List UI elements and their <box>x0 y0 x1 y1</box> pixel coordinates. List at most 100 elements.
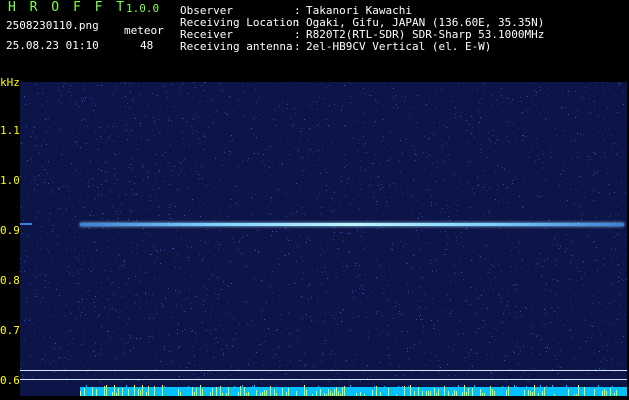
noise-dot <box>494 171 495 172</box>
noise-dot <box>168 206 169 207</box>
noise-dot <box>130 337 131 338</box>
noise-dot <box>571 255 572 256</box>
noise-dot <box>610 86 611 87</box>
noise-dot <box>251 197 252 198</box>
noise-dot <box>507 98 508 99</box>
noise-dot <box>45 179 46 180</box>
noise-dot <box>489 139 490 140</box>
noise-dot <box>216 241 217 242</box>
noise-dot <box>24 96 25 97</box>
noise-dot <box>383 139 384 140</box>
level-spike <box>440 388 441 396</box>
noise-dot <box>37 191 38 192</box>
noise-dot <box>47 173 48 174</box>
noise-dot <box>164 346 165 347</box>
noise-dot <box>522 112 523 113</box>
noise-dot <box>211 210 212 211</box>
noise-dot <box>547 347 548 348</box>
noise-dot <box>34 296 35 297</box>
noise-dot <box>360 160 361 161</box>
noise-dot <box>598 131 599 132</box>
noise-dot <box>227 216 228 217</box>
noise-dot <box>469 161 470 162</box>
noise-dot <box>239 153 240 154</box>
noise-dot <box>96 139 97 140</box>
noise-dot <box>219 244 220 245</box>
noise-dot <box>477 177 478 178</box>
noise-dot <box>154 121 155 122</box>
noise-dot <box>84 329 85 330</box>
noise-dot <box>209 115 210 116</box>
noise-dot <box>154 249 155 250</box>
noise-dot <box>238 249 239 250</box>
noise-dot <box>28 236 29 237</box>
level-spike <box>238 392 239 396</box>
noise-dot <box>416 309 417 310</box>
noise-dot <box>555 259 556 260</box>
noise-dot <box>522 140 523 141</box>
noise-dot <box>24 320 25 321</box>
noise-dot <box>352 337 353 338</box>
noise-dot <box>69 91 70 92</box>
noise-dot <box>565 107 566 108</box>
noise-dot <box>283 157 284 158</box>
noise-dot <box>398 333 399 334</box>
noise-dot <box>404 101 405 102</box>
level-spike <box>82 393 83 396</box>
noise-dot <box>272 271 273 272</box>
noise-dot <box>199 143 200 144</box>
noise-dot <box>170 218 171 219</box>
noise-dot <box>74 187 75 188</box>
noise-dot <box>620 294 621 295</box>
noise-dot <box>105 181 106 182</box>
noise-dot <box>208 87 209 88</box>
noise-dot <box>351 242 352 243</box>
noise-dot <box>381 351 382 352</box>
noise-dot <box>408 108 409 109</box>
level-spike <box>606 391 607 396</box>
noise-dot <box>135 276 136 277</box>
noise-dot <box>418 234 419 235</box>
noise-dot <box>518 128 519 129</box>
noise-dot <box>375 101 376 102</box>
noise-dot <box>263 365 264 366</box>
noise-dot <box>254 286 255 287</box>
noise-dot <box>360 189 361 190</box>
level-spike <box>272 394 273 396</box>
hrofft-window: H R O F F T 1.0.0 2508230110.png meteor … <box>0 0 629 400</box>
noise-dot <box>390 89 391 90</box>
noise-dot <box>534 131 535 132</box>
noise-dot <box>396 338 397 339</box>
noise-dot <box>104 366 105 367</box>
noise-dot <box>293 109 294 110</box>
noise-dot <box>407 283 408 284</box>
level-spike <box>150 391 151 396</box>
noise-dot <box>514 269 515 270</box>
level-spike <box>446 388 447 396</box>
noise-dot <box>346 265 347 266</box>
noise-dot <box>599 192 600 193</box>
noise-dot <box>369 107 370 108</box>
noise-dot <box>397 108 398 109</box>
noise-dot <box>226 345 227 346</box>
noise-dot <box>522 135 523 136</box>
noise-dot <box>403 246 404 247</box>
noise-dot <box>192 133 193 134</box>
level-spike <box>302 389 303 396</box>
noise-dot <box>484 290 485 291</box>
noise-dot <box>520 377 521 378</box>
noise-dot <box>466 120 467 121</box>
noise-dot <box>369 300 370 301</box>
noise-dot <box>59 188 60 189</box>
noise-dot <box>51 192 52 193</box>
noise-dot <box>467 143 468 144</box>
noise-dot <box>259 97 260 98</box>
noise-dot <box>534 104 535 105</box>
noise-dot <box>617 152 618 153</box>
noise-dot <box>152 337 153 338</box>
noise-dot <box>358 139 359 140</box>
noise-dot <box>623 336 624 337</box>
noise-dot <box>457 187 458 188</box>
level-spike <box>206 391 207 396</box>
noise-dot <box>546 367 547 368</box>
